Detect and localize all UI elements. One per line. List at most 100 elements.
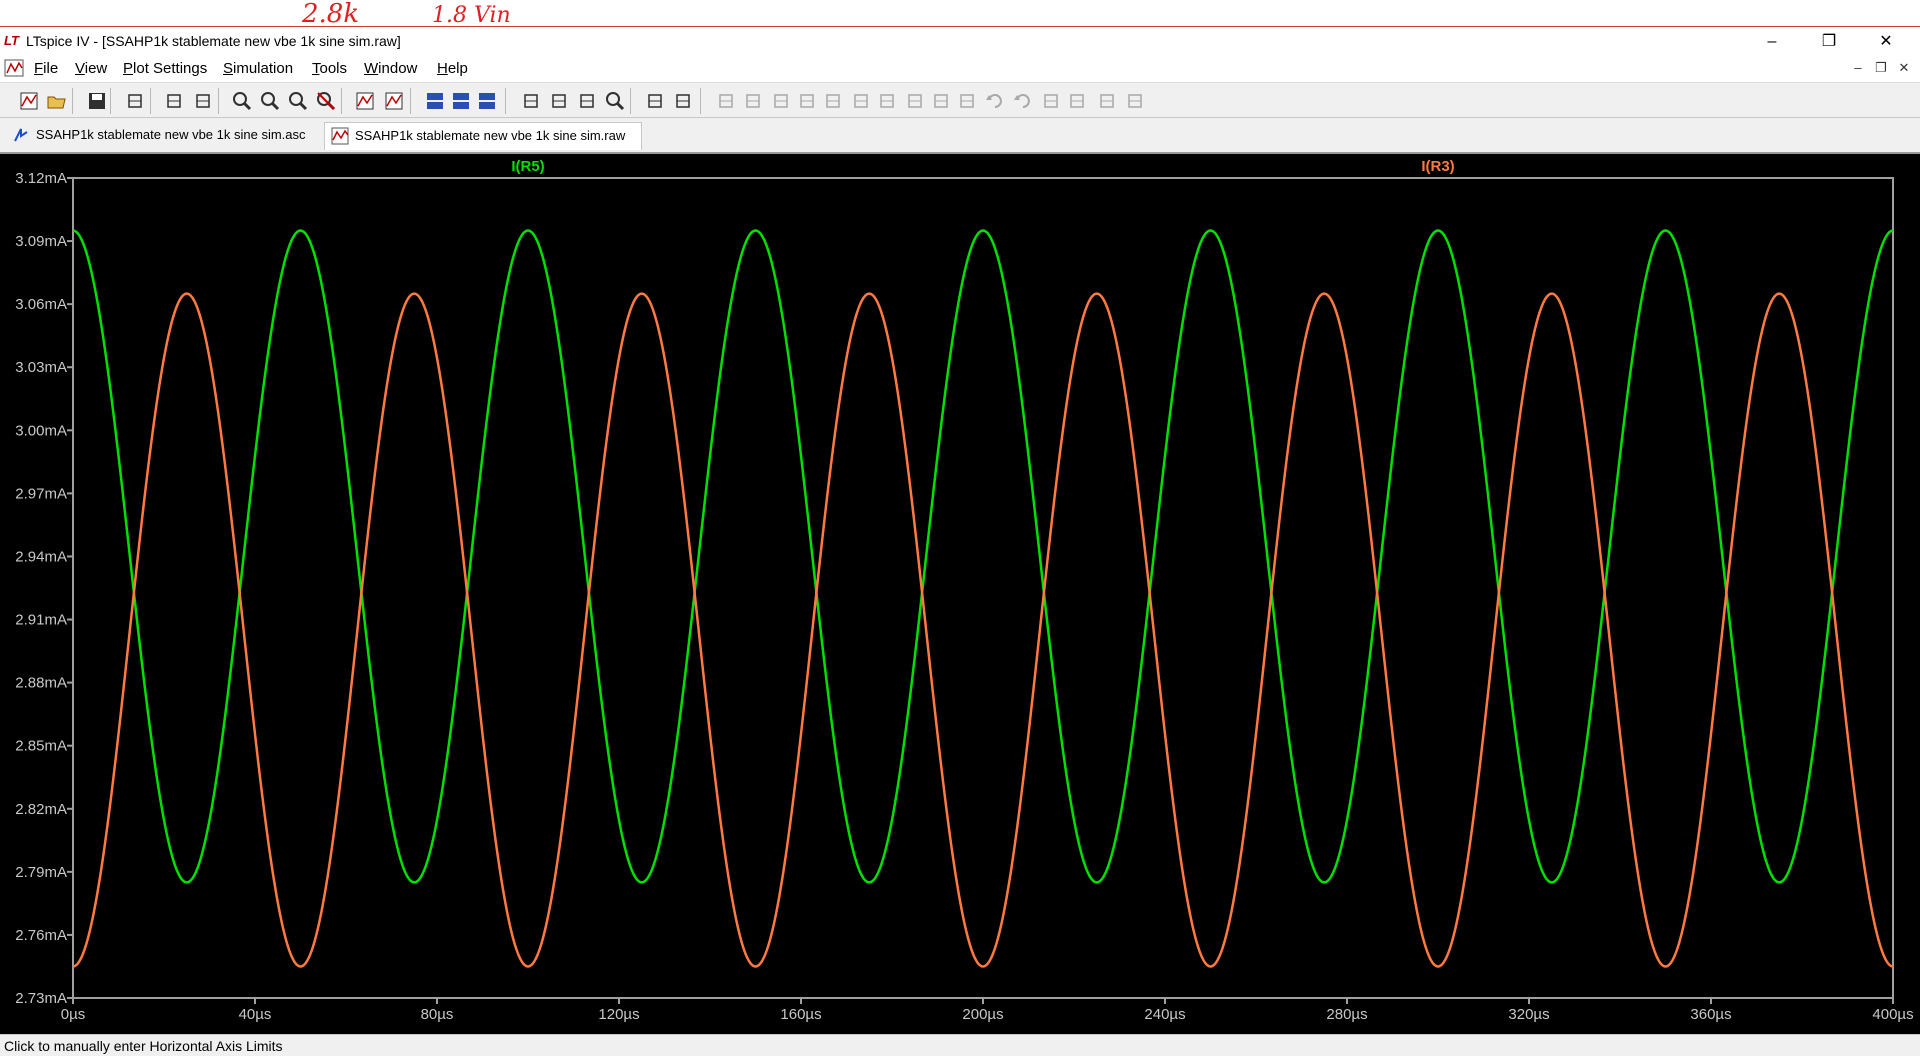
run-icon[interactable] bbox=[163, 90, 185, 112]
zoom-in-icon[interactable] bbox=[231, 90, 253, 112]
inductor-icon[interactable] bbox=[850, 90, 872, 112]
new-schematic-icon[interactable] bbox=[18, 90, 40, 112]
y-tick-label: 2.79mA bbox=[15, 864, 67, 881]
toolbar bbox=[0, 82, 1920, 118]
legend-ir3[interactable]: I(R3) bbox=[1421, 158, 1454, 175]
child-close-button[interactable]: ✕ bbox=[1895, 60, 1913, 76]
capacitor-icon[interactable] bbox=[822, 90, 844, 112]
x-tick-label: 280µs bbox=[1326, 1006, 1367, 1023]
waveform-plot[interactable]: 3.12mA 3.09mA 3.06mA 3.03mA 3.00mA 2.97mA 2.94… bbox=[0, 154, 1920, 1034]
trace-ir3 bbox=[72, 292, 1894, 968]
x-tick-label: 120µs bbox=[598, 1006, 639, 1023]
y-tick-label: 3.00mA bbox=[15, 422, 67, 439]
title-bar: LT LTspice IV - [SSAHP1k stablemate new … bbox=[0, 26, 1920, 56]
zoom-out-icon[interactable] bbox=[287, 90, 309, 112]
copy-icon[interactable] bbox=[548, 90, 570, 112]
toolbar-separator bbox=[72, 88, 73, 114]
component-icon[interactable] bbox=[904, 90, 926, 112]
y-tick-label: 3.12mA bbox=[15, 170, 67, 187]
y-tick-label: 3.03mA bbox=[15, 359, 67, 376]
waveform-doc-icon[interactable] bbox=[4, 59, 24, 77]
print-preview-icon[interactable] bbox=[672, 90, 694, 112]
toolbar-separator bbox=[150, 88, 151, 114]
toolbar-separator bbox=[700, 88, 701, 114]
open-icon[interactable] bbox=[46, 90, 68, 112]
diode-icon[interactable] bbox=[876, 90, 898, 112]
annotation-text-2: 1.8 Vin bbox=[432, 3, 511, 26]
toolbar-separator bbox=[341, 88, 342, 114]
x-tick-label: 40µs bbox=[239, 1006, 272, 1023]
status-text: Click to manually enter Horizontal Axis … bbox=[4, 1038, 283, 1054]
autorange-icon[interactable] bbox=[354, 90, 376, 112]
draw-wire-icon[interactable] bbox=[715, 90, 737, 112]
menu-bar: File View Plot Settings Simulation Tools… bbox=[0, 56, 1920, 82]
y-tick-label: 2.85mA bbox=[15, 738, 67, 755]
child-minimize-button[interactable]: – bbox=[1849, 60, 1867, 75]
menu-help[interactable]: Help bbox=[437, 60, 468, 77]
y-tick-label: 2.91mA bbox=[15, 612, 67, 629]
plot-frame bbox=[72, 177, 1894, 999]
trace-ir5 bbox=[72, 229, 1894, 884]
toolbar-separator bbox=[110, 88, 111, 114]
y-tick-label: 2.94mA bbox=[15, 548, 67, 565]
zoom-cancel-icon[interactable] bbox=[315, 90, 337, 112]
minimize-button[interactable]: – bbox=[1744, 27, 1800, 57]
document-tabs: SSAHP1k stablemate new vbe 1k sine sim.a… bbox=[0, 118, 1920, 152]
menu-simulation[interactable]: Simulation bbox=[223, 60, 293, 77]
x-tick-label: 320µs bbox=[1508, 1006, 1549, 1023]
close-button[interactable]: ✕ bbox=[1858, 27, 1914, 57]
find-icon[interactable] bbox=[604, 90, 626, 112]
menu-view[interactable]: View bbox=[75, 60, 107, 77]
toolbar-separator bbox=[630, 88, 631, 114]
save-icon[interactable] bbox=[86, 90, 108, 112]
ltspice-app-icon[interactable]: LT bbox=[4, 33, 19, 48]
resistor-icon[interactable] bbox=[796, 90, 818, 112]
print-icon[interactable] bbox=[644, 90, 666, 112]
drag-icon[interactable] bbox=[956, 90, 978, 112]
y-tick-label: 2.97mA bbox=[15, 485, 67, 502]
menu-tools[interactable]: Tools bbox=[312, 60, 347, 77]
control-panel-icon[interactable] bbox=[124, 90, 146, 112]
window-title: LTspice IV - [SSAHP1k stablemate new vbe… bbox=[26, 33, 401, 49]
mark-unused-icon[interactable] bbox=[383, 90, 405, 112]
cut-icon[interactable] bbox=[520, 90, 542, 112]
tab-waveform[interactable]: SSAHP1k stablemate new vbe 1k sine sim.r… bbox=[324, 122, 642, 150]
menu-plot-settings[interactable]: Plot Settings bbox=[123, 60, 207, 77]
y-tick-label: 2.88mA bbox=[15, 675, 67, 692]
ground-icon[interactable] bbox=[742, 90, 764, 112]
x-tick-label: 160µs bbox=[780, 1006, 821, 1023]
y-tick-label: 2.82mA bbox=[15, 801, 67, 818]
legend-ir5[interactable]: I(R5) bbox=[511, 158, 544, 175]
mirror-icon[interactable] bbox=[1066, 90, 1088, 112]
undo-icon[interactable] bbox=[984, 90, 1006, 112]
tile-horizontal-icon[interactable] bbox=[424, 90, 446, 112]
tab-waveform-label: SSAHP1k stablemate new vbe 1k sine sim.r… bbox=[355, 128, 626, 143]
paste-icon[interactable] bbox=[576, 90, 598, 112]
tile-vertical-icon[interactable] bbox=[476, 90, 498, 112]
x-tick-label: 240µs bbox=[1144, 1006, 1185, 1023]
schematic-icon bbox=[14, 128, 28, 142]
spice-directive-icon[interactable] bbox=[1124, 90, 1146, 112]
menu-window[interactable]: Window bbox=[364, 60, 417, 77]
waveform-plot-pane[interactable]: 3.12mA 3.09mA 3.06mA 3.03mA 3.00mA 2.97mA 2.94… bbox=[0, 152, 1920, 1034]
toolbar-separator bbox=[505, 88, 506, 114]
halt-icon[interactable] bbox=[192, 90, 214, 112]
zoom-fit-icon[interactable] bbox=[259, 90, 281, 112]
y-tick-label: 2.76mA bbox=[15, 927, 67, 944]
toolbar-separator bbox=[410, 88, 411, 114]
restore-button[interactable]: ❐ bbox=[1801, 27, 1857, 57]
redo-icon[interactable] bbox=[1012, 90, 1034, 112]
x-tick-label: 200µs bbox=[962, 1006, 1003, 1023]
text-icon[interactable] bbox=[1096, 90, 1118, 112]
annotation-text-1: 2.8k bbox=[301, 0, 359, 26]
x-tick-label: 80µs bbox=[421, 1006, 454, 1023]
handwritten-annotation: 2.8k 1.8 Vin bbox=[301, 0, 511, 26]
label-net-icon[interactable] bbox=[770, 90, 792, 112]
cascade-icon[interactable] bbox=[450, 90, 472, 112]
tab-schematic[interactable]: SSAHP1k stablemate new vbe 1k sine sim.a… bbox=[6, 122, 318, 150]
move-icon[interactable] bbox=[930, 90, 952, 112]
toolbar-separator bbox=[218, 88, 219, 114]
menu-file[interactable]: File bbox=[34, 60, 58, 77]
rotate-icon[interactable] bbox=[1040, 90, 1062, 112]
child-restore-button[interactable]: ❐ bbox=[1872, 60, 1890, 76]
